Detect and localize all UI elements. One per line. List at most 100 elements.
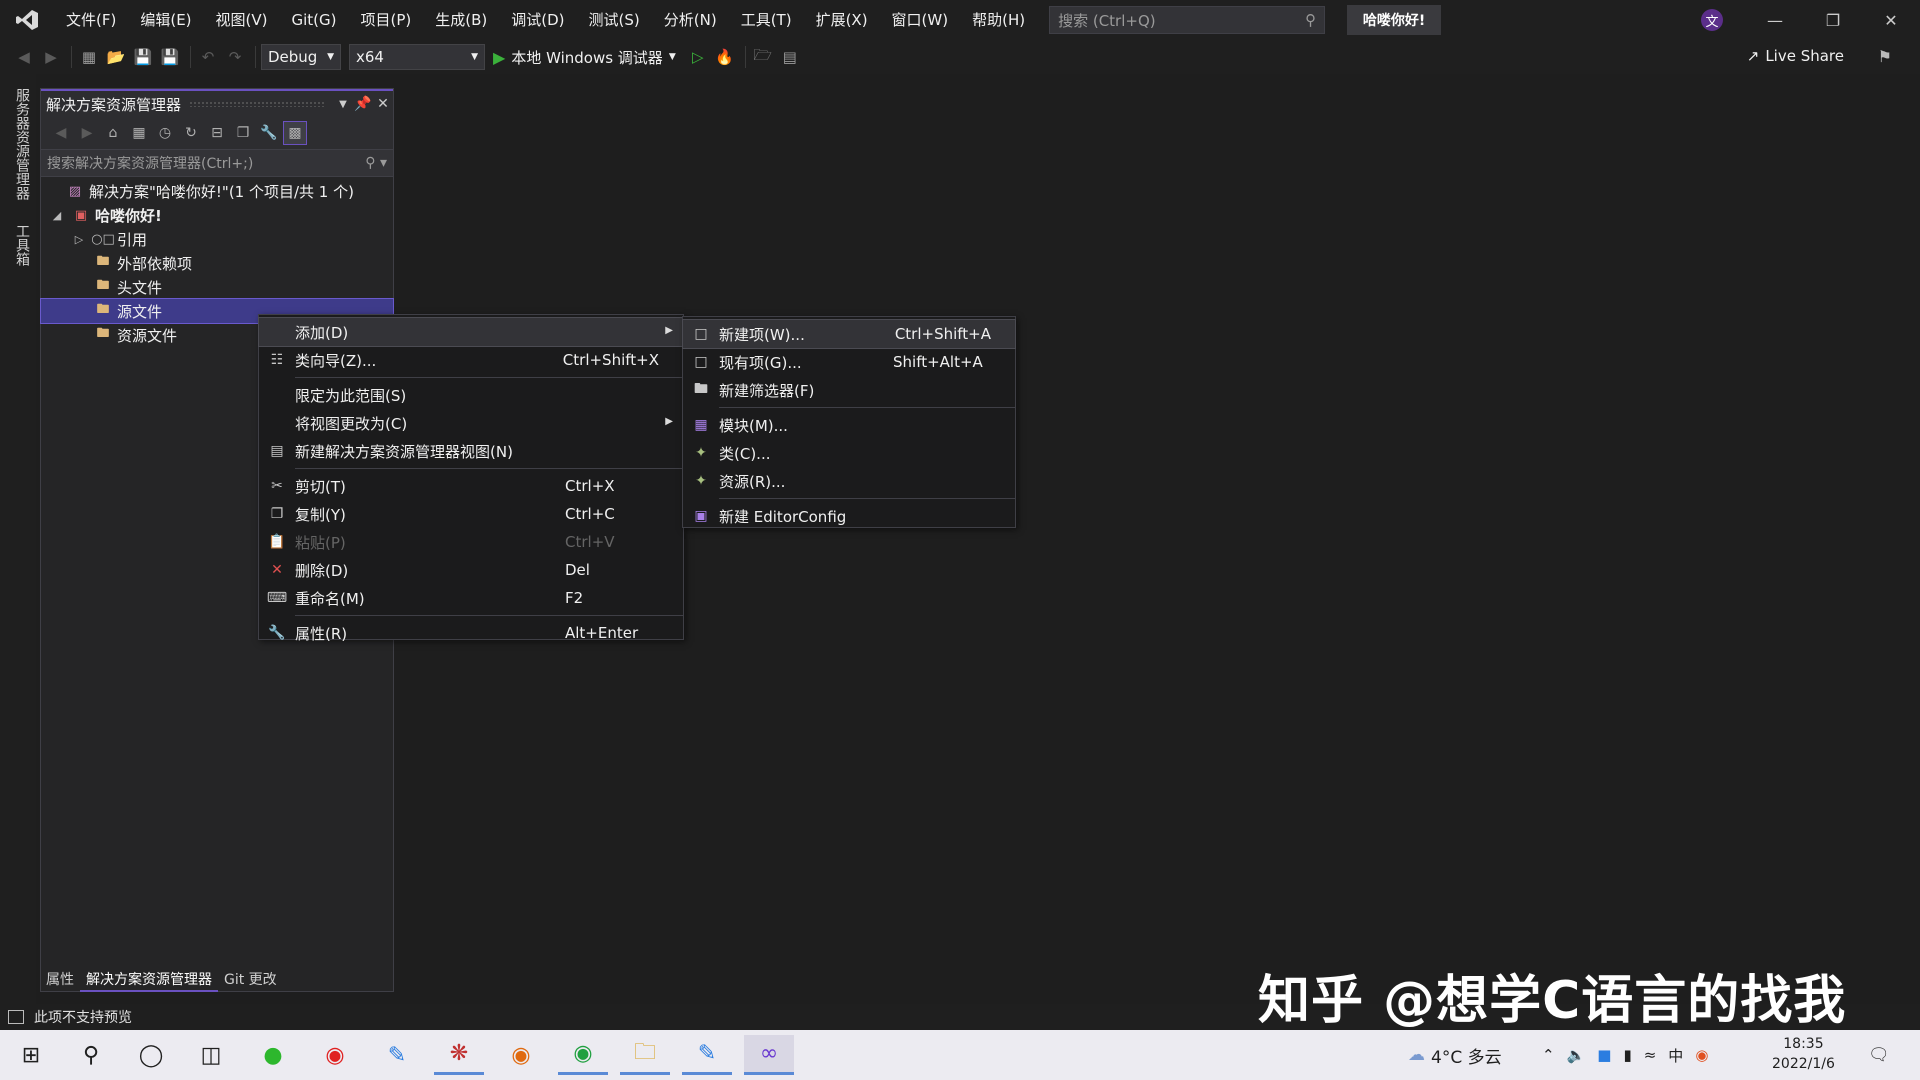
search-input[interactable]: 搜索 (Ctrl+Q) ⚲ — [1049, 6, 1326, 34]
solution-explorer-icon[interactable]: 🗁 — [751, 45, 775, 69]
menu-project[interactable]: 项目(P) — [349, 0, 424, 40]
collapse-arrow-icon[interactable]: ▷ — [71, 233, 87, 246]
expand-arrow-icon[interactable]: ◢ — [49, 209, 65, 222]
menu-item-add[interactable]: 添加(D) ▶ — [258, 317, 684, 347]
menu-item-delete[interactable]: ✕ 删除(D) Del — [259, 556, 683, 584]
tab-git-changes[interactable]: Git 更改 — [218, 968, 283, 992]
start-without-debugging-icon[interactable]: ▷ — [686, 45, 710, 69]
netease-music-icon[interactable]: ◉ — [310, 1035, 360, 1075]
search-icon[interactable]: ⚲ — [66, 1035, 116, 1075]
toolbox-tab[interactable]: 工具箱 — [12, 224, 32, 266]
feedback-icon[interactable]: ⚑ — [1878, 47, 1892, 66]
tray-app-icon[interactable]: ◉ — [1695, 1046, 1708, 1064]
properties-icon[interactable]: 🔧 — [257, 121, 281, 145]
menu-item-change-view[interactable]: 将视图更改为(C) ▶ — [259, 409, 683, 437]
hot-reload-icon[interactable]: 🔥 — [713, 45, 737, 69]
chevron-up-icon[interactable]: ⌃ — [1542, 1046, 1555, 1064]
minimize-icon[interactable]: — — [1746, 0, 1804, 40]
home-icon[interactable]: ⌂ — [101, 121, 125, 145]
windows-start-icon[interactable]: ⊞ — [6, 1035, 56, 1075]
menu-window[interactable]: 窗口(W) — [880, 0, 961, 40]
visual-studio-icon[interactable]: ∞ — [744, 1035, 794, 1075]
notification-icon[interactable]: 🗨 — [1868, 1030, 1890, 1080]
start-debugging-button[interactable]: ▶ 本地 Windows 调试器 ▼ — [493, 47, 676, 68]
wifi-icon[interactable]: ≈ — [1644, 1046, 1657, 1064]
back-icon[interactable]: ◀ — [12, 45, 36, 69]
platform-select[interactable]: x64 ▼ — [349, 44, 485, 70]
collapse-all-icon[interactable]: ⊟ — [205, 121, 229, 145]
menu-view[interactable]: 视图(V) — [204, 0, 280, 40]
tree-item-header-files[interactable]: 🖿 头文件 — [41, 275, 393, 299]
show-all-files-icon[interactable]: ❐ — [231, 121, 255, 145]
undo-icon[interactable]: ↶ — [196, 45, 220, 69]
menu-git[interactable]: Git(G) — [280, 0, 349, 40]
visual-studio-logo-icon[interactable] — [0, 0, 54, 40]
menu-test[interactable]: 测试(S) — [577, 0, 652, 40]
forward-icon[interactable]: ▶ — [75, 121, 99, 145]
menu-extensions[interactable]: 扩展(X) — [804, 0, 880, 40]
sync-icon[interactable]: ↻ — [179, 121, 203, 145]
notes-app-icon[interactable]: ✎ — [372, 1035, 422, 1075]
configuration-select[interactable]: Debug ▼ — [261, 44, 341, 70]
menu-item-new-explorer-view[interactable]: ▤ 新建解决方案资源管理器视图(N) — [259, 437, 683, 465]
tray-app-icon[interactable]: ■ — [1597, 1046, 1611, 1064]
preview-selected-icon[interactable]: ▩ — [283, 121, 307, 145]
editor-app-icon[interactable]: ✎ — [682, 1035, 732, 1075]
cortana-icon[interactable]: ◯ — [126, 1035, 176, 1075]
weather-widget[interactable]: ☁ 4°C 多云 — [1408, 1030, 1502, 1080]
new-project-icon[interactable]: ▦ — [77, 45, 101, 69]
solution-search-input[interactable]: 搜索解决方案资源管理器(Ctrl+;) ⚲ ▾ — [41, 149, 393, 177]
menu-item-rename[interactable]: ⌨ 重命名(M) F2 — [259, 584, 683, 612]
xmind-icon[interactable]: ❋ — [434, 1035, 484, 1075]
menu-item-new-item[interactable]: □ 新建项(W)... Ctrl+Shift+A — [682, 319, 1016, 349]
tree-item-references[interactable]: ▷ ○□ 引用 — [41, 227, 393, 251]
menu-item-resource[interactable]: ✦ 资源(R)... — [683, 467, 1015, 495]
restore-icon[interactable]: ❐ — [1804, 0, 1862, 40]
menu-item-class-wizard[interactable]: ☷ 类向导(Z)... Ctrl+Shift+X — [259, 346, 683, 374]
back-icon[interactable]: ◀ — [49, 121, 73, 145]
menu-item-existing-item[interactable]: □ 现有项(G)... Shift+Alt+A — [683, 348, 1015, 376]
pending-changes-icon[interactable]: ◷ — [153, 121, 177, 145]
open-folder-icon[interactable]: 📂 — [104, 45, 128, 69]
switch-views-icon[interactable]: ▦ — [127, 121, 151, 145]
close-icon[interactable]: ✕ — [373, 96, 393, 112]
menu-item-copy[interactable]: ❐ 复制(Y) Ctrl+C — [259, 500, 683, 528]
menu-edit[interactable]: 编辑(E) — [128, 0, 203, 40]
battery-icon[interactable]: ▮ — [1623, 1046, 1631, 1064]
save-icon[interactable]: 💾 — [131, 45, 155, 69]
menu-item-properties[interactable]: 🔧 属性(R) Alt+Enter — [259, 619, 683, 647]
menu-item-scope-to-this[interactable]: 限定为此范围(S) — [259, 381, 683, 409]
menu-item-module[interactable]: ▦ 模块(M)... — [683, 411, 1015, 439]
menu-item-class[interactable]: ✦ 类(C)... — [683, 439, 1015, 467]
menu-debug[interactable]: 调试(D) — [499, 0, 576, 40]
menu-item-new-editorconfig[interactable]: ▣ 新建 EditorConfig — [683, 502, 1015, 530]
tree-item-external-deps[interactable]: 🖿 外部依赖项 — [41, 251, 393, 275]
menu-analyze[interactable]: 分析(N) — [652, 0, 729, 40]
chrome-icon[interactable]: ◉ — [558, 1035, 608, 1075]
task-view-icon[interactable]: ◫ — [186, 1035, 236, 1075]
pin-icon[interactable]: 📌 — [353, 96, 373, 112]
menu-item-new-filter[interactable]: 🖿 新建筛选器(F) — [683, 376, 1015, 404]
tab-solution-explorer[interactable]: 解决方案资源管理器 — [80, 968, 218, 992]
redo-icon[interactable]: ↷ — [223, 45, 247, 69]
panel-title-bar[interactable]: 解决方案资源管理器 ▼ 📌 ✕ — [41, 89, 393, 117]
wechat-icon[interactable]: ● — [248, 1035, 298, 1075]
forward-icon[interactable]: ▶ — [39, 45, 63, 69]
volume-icon[interactable]: 🔈 — [1567, 1046, 1586, 1064]
save-all-icon[interactable]: 💾 — [158, 45, 182, 69]
tab-properties[interactable]: 属性 — [40, 968, 80, 992]
ime-icon[interactable]: 中 — [1668, 1045, 1683, 1066]
chevron-down-icon[interactable]: ▼ — [333, 99, 353, 110]
system-clock[interactable]: 18:35 2022/1/6 — [1772, 1034, 1835, 1074]
close-icon[interactable]: ✕ — [1862, 0, 1920, 40]
file-explorer-icon[interactable]: 🗀 — [620, 1035, 670, 1075]
menu-item-cut[interactable]: ✂ 剪切(T) Ctrl+X — [259, 472, 683, 500]
user-avatar[interactable]: 文 — [1701, 9, 1723, 31]
live-share-button[interactable]: ↗ Live Share — [1747, 47, 1844, 65]
tree-item-project[interactable]: ◢ ▣ 哈喽你好! — [41, 203, 393, 227]
firefox-icon[interactable]: ◉ — [496, 1035, 546, 1075]
server-explorer-tab[interactable]: 服务器资源管理器 — [12, 88, 32, 200]
menu-help[interactable]: 帮助(H) — [960, 0, 1037, 40]
tree-item-solution[interactable]: ▨ 解决方案"哈喽你好!"(1 个项目/共 1 个) — [41, 179, 393, 203]
menu-build[interactable]: 生成(B) — [423, 0, 499, 40]
